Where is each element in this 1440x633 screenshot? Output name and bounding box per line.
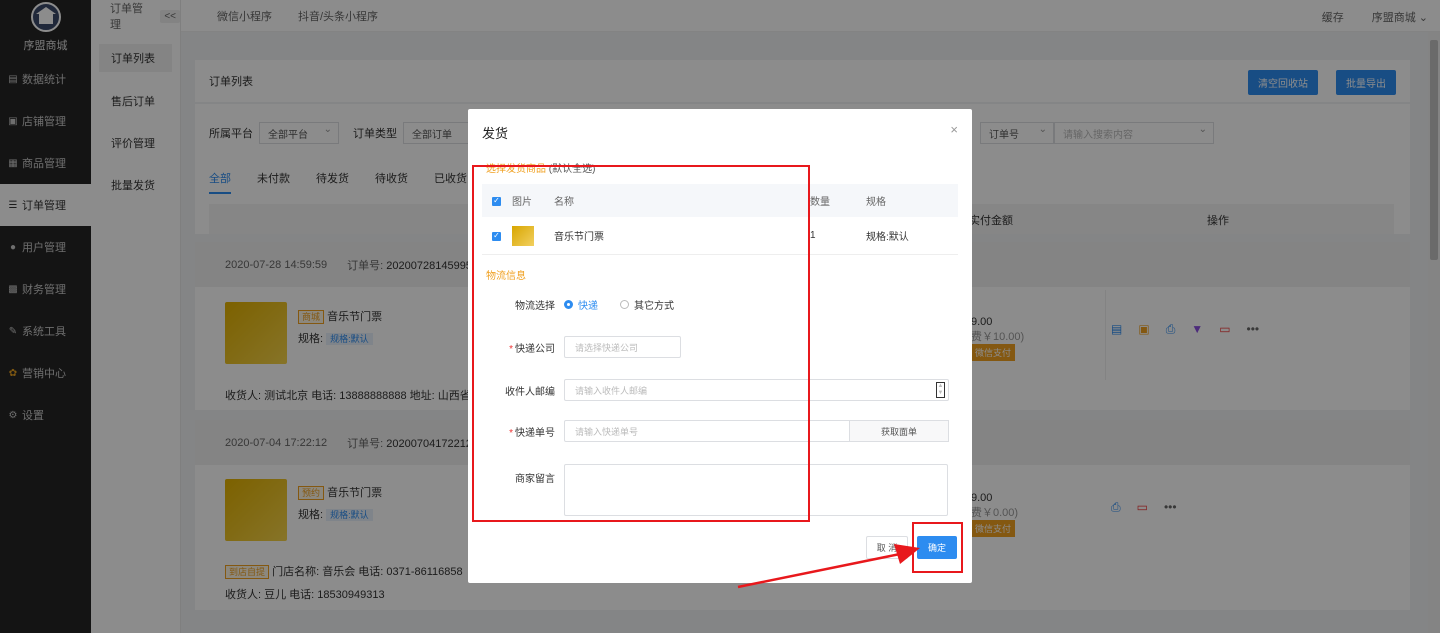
goods-qty: 1 [810,230,816,241]
get-waybill-button[interactable]: 获取面单 [850,420,949,442]
number-stepper[interactable]: ▲ ▼ [936,382,945,398]
goods-spec: 规格:默认 [866,232,909,243]
header-qty: 数量 [810,197,830,208]
highlight-box-form [472,165,810,522]
dialog-title: 发货 [482,126,509,141]
arrow-annotation [737,544,920,589]
close-icon[interactable]: × [950,122,958,137]
header-spec: 规格 [866,197,886,208]
